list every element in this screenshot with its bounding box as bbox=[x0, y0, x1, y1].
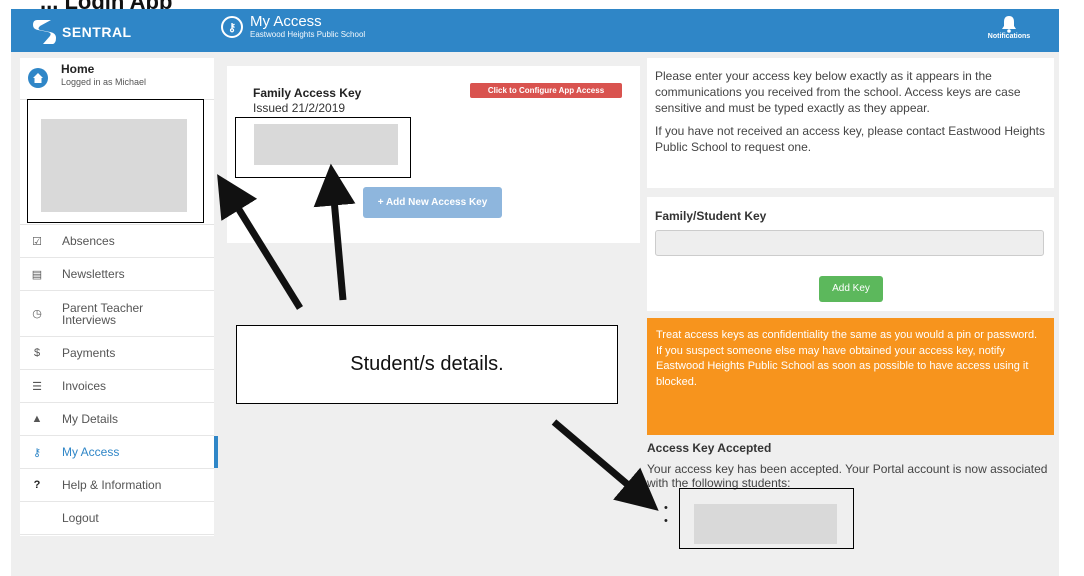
redacted-photo bbox=[41, 119, 187, 212]
dollar-icon: $ bbox=[33, 347, 41, 359]
clock-icon: ◷ bbox=[32, 308, 42, 320]
brand-name: SENTRAL bbox=[62, 24, 132, 40]
sidebar-item-label: My Details bbox=[62, 412, 119, 426]
instructions-text: Please enter your access key below exact… bbox=[655, 69, 1021, 115]
sidebar-item-my-access[interactable]: ⚷ My Access bbox=[20, 436, 218, 469]
home-icon bbox=[28, 68, 48, 88]
sidebar-item-label: Invoices bbox=[62, 379, 107, 393]
sidebar-item-label: Absences bbox=[62, 234, 115, 248]
sidebar-item-home[interactable]: Home Logged in as Michael bbox=[20, 58, 214, 100]
sidebar-nav: ☑ Absences ▤ Newsletters ◷ Parent Teache… bbox=[20, 225, 218, 535]
annotation-callout: Student/s details. bbox=[236, 325, 618, 404]
contact-school-text: If you have not received an access key, … bbox=[655, 124, 1045, 154]
add-key-button[interactable]: Add Key bbox=[819, 276, 883, 302]
logged-in-text: Logged in as Michael bbox=[61, 77, 147, 87]
key-icon: ⚷ bbox=[221, 16, 243, 38]
security-warning: Treat access keys as confidentiality the… bbox=[647, 318, 1054, 435]
app-header: ⚷ My Access Eastwood Heights Public Scho… bbox=[221, 14, 365, 40]
list-icon: ☰ bbox=[32, 380, 42, 393]
newspaper-icon: ▤ bbox=[31, 268, 43, 281]
sidebar-item-my-details[interactable]: ▲ My Details bbox=[20, 403, 214, 436]
sidebar-item-logout[interactable]: Logout bbox=[20, 502, 214, 535]
sidebar-item-label: Logout bbox=[62, 511, 99, 525]
annotation-box-students bbox=[679, 488, 854, 549]
app-title: My Access bbox=[250, 13, 322, 30]
sidebar-item-label: My Access bbox=[62, 445, 120, 459]
instructions-card: Please enter your access key below exact… bbox=[647, 58, 1054, 188]
question-icon: ? bbox=[33, 479, 41, 491]
sidebar-item-label: Parent Teacher Interviews bbox=[62, 300, 144, 327]
sidebar-item-newsletters[interactable]: ▤ Newsletters bbox=[20, 258, 214, 291]
key-card-title: Family Access Key bbox=[253, 86, 362, 100]
key-entry-label: Family/Student Key bbox=[655, 209, 767, 223]
accepted-text: Your access key has been accepted. Your … bbox=[647, 462, 1048, 490]
top-bar: SENTRAL ⚷ My Access Eastwood Heights Pub… bbox=[11, 9, 1059, 52]
check-square-icon: ☑ bbox=[32, 235, 42, 248]
user-icon: ▲ bbox=[31, 413, 43, 425]
list-item: • bbox=[664, 515, 668, 527]
sidebar-item-absences[interactable]: ☑ Absences bbox=[20, 225, 214, 258]
sidebar-item-label: Newsletters bbox=[62, 267, 125, 281]
sidebar-item-invoices[interactable]: ☰ Invoices bbox=[20, 370, 214, 403]
add-new-access-key-button[interactable]: + Add New Access Key bbox=[363, 187, 502, 218]
bell-icon bbox=[1002, 16, 1016, 33]
school-name: Eastwood Heights Public School bbox=[250, 30, 366, 39]
notifications-button[interactable]: Notifications bbox=[979, 15, 1039, 40]
sentral-logo-icon bbox=[33, 20, 56, 44]
list-item: • bbox=[664, 502, 668, 514]
key-entry-card: Family/Student Key Add Key bbox=[647, 197, 1054, 311]
sidebar-item-help[interactable]: ? Help & Information bbox=[20, 469, 214, 502]
key-issued-date: Issued 21/2/2019 bbox=[253, 101, 346, 115]
home-title: Home bbox=[61, 62, 95, 76]
accepted-title: Access Key Accepted bbox=[647, 441, 772, 455]
family-student-key-input[interactable] bbox=[655, 230, 1044, 256]
key-icon: ⚷ bbox=[32, 446, 42, 459]
configure-app-access-button[interactable]: Click to Configure App Access bbox=[470, 83, 622, 98]
sidebar-item-label: Payments bbox=[62, 346, 116, 360]
sidebar-item-payments[interactable]: $ Payments bbox=[20, 337, 214, 370]
student-list: • • bbox=[664, 502, 668, 528]
sidebar-item-label: Help & Information bbox=[62, 478, 162, 492]
sidebar-item-parent-teacher-interviews[interactable]: ◷ Parent Teacher Interviews bbox=[20, 291, 214, 337]
annotation-box-key bbox=[235, 117, 411, 178]
notifications-label: Notifications bbox=[987, 33, 1031, 40]
brand-logo[interactable]: SENTRAL bbox=[31, 18, 132, 46]
